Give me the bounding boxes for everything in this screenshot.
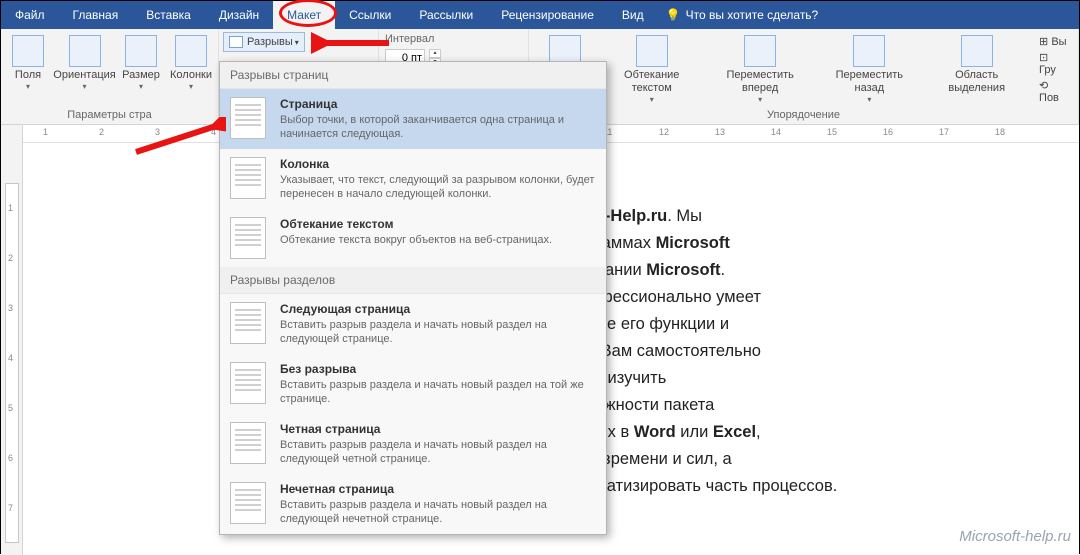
group-page-setup: Поля▾ Ориентация▾ Размер▾ Колонки▾ Парам… [1, 29, 219, 125]
tab-review[interactable]: Рецензирование [487, 1, 608, 29]
tab-references[interactable]: Ссылки [335, 1, 405, 29]
columns-button[interactable]: Колонки▾ [170, 33, 212, 93]
watermark: Microsoft-help.ru [959, 528, 1071, 545]
bulb-icon: 💡 [666, 8, 681, 22]
backward-button[interactable]: Переместить назад▾ [820, 33, 918, 106]
break-continuous[interactable]: Без разрываВставить разрыв раздела и нач… [220, 354, 606, 414]
tab-insert[interactable]: Вставка [132, 1, 205, 29]
selection-icon [961, 35, 993, 67]
break-text-wrap[interactable]: Обтекание текстомОбтекание текста вокруг… [220, 209, 606, 267]
break-page[interactable]: СтраницаВыбор точки, в которой заканчива… [220, 89, 606, 149]
next-page-icon [230, 302, 266, 344]
breaks-icon [229, 36, 243, 48]
tab-bar: Файл Главная Вставка Дизайн Макет Ссылки… [1, 1, 1079, 29]
tab-layout[interactable]: Макет [273, 1, 335, 29]
breaks-dropdown: Разрывы страниц СтраницаВыбор точки, в к… [219, 61, 607, 535]
tab-mailings[interactable]: Рассылки [405, 1, 487, 29]
wrap-break-icon [230, 217, 266, 259]
tab-design[interactable]: Дизайн [205, 1, 273, 29]
group-button[interactable]: ⊡ Гру [1039, 51, 1068, 76]
size-icon [125, 35, 157, 67]
selection-pane-button[interactable]: Область выделения [926, 33, 1027, 97]
forward-button[interactable]: Переместить вперед▾ [708, 33, 812, 106]
column-break-icon [230, 157, 266, 199]
tab-home[interactable]: Главная [59, 1, 133, 29]
group-label-page-setup: Параметры стра [7, 107, 212, 123]
break-odd-page[interactable]: Нечетная страницаВставить разрыв раздела… [220, 474, 606, 534]
chevron-down-icon: ▾ [295, 38, 299, 47]
group-arrange: Положение▾ Обтекание текстом▾ Переместит… [529, 29, 1079, 125]
orientation-icon [69, 35, 101, 67]
margins-icon [12, 35, 44, 67]
ruler-corner [1, 125, 23, 143]
vertical-ruler[interactable]: 123 4567 [1, 143, 23, 555]
break-column[interactable]: КолонкаУказывает, что текст, следующий з… [220, 149, 606, 209]
dropdown-section-section-breaks: Разрывы разделов [220, 267, 606, 294]
breaks-button[interactable]: Разрывы▾ [223, 32, 305, 52]
tell-me[interactable]: 💡Что вы хотите сделать? [666, 8, 819, 22]
wrap-icon [636, 35, 668, 67]
columns-icon [175, 35, 207, 67]
rotate-button[interactable]: ⟲ Пов [1039, 79, 1068, 104]
continuous-icon [230, 362, 266, 404]
wrap-button[interactable]: Обтекание текстом▾ [603, 33, 700, 106]
spin-up-icon[interactable]: ▴ [429, 49, 441, 58]
orientation-button[interactable]: Ориентация▾ [57, 33, 112, 93]
dropdown-section-page-breaks: Разрывы страниц [220, 62, 606, 89]
break-even-page[interactable]: Четная страницаВставить разрыв раздела и… [220, 414, 606, 474]
break-next-page[interactable]: Следующая страницаВставить разрыв раздел… [220, 294, 606, 354]
size-button[interactable]: Размер▾ [120, 33, 162, 93]
group-label-arrange: Упорядочение [535, 107, 1072, 123]
tab-file[interactable]: Файл [1, 1, 59, 29]
page-break-icon [230, 97, 266, 139]
backward-icon [853, 35, 885, 67]
odd-page-icon [230, 482, 266, 524]
even-page-icon [230, 422, 266, 464]
tab-view[interactable]: Вид [608, 1, 658, 29]
align-button[interactable]: ⊞ Вы [1039, 35, 1068, 48]
interval-label: Интервал [385, 33, 434, 45]
forward-icon [744, 35, 776, 67]
margins-button[interactable]: Поля▾ [7, 33, 49, 93]
